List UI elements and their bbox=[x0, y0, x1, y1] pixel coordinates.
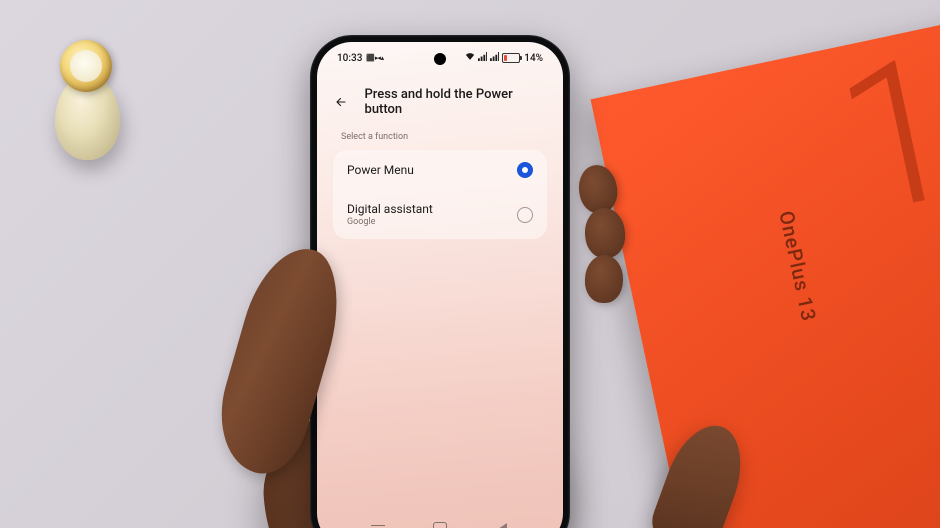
status-left-icons: ⬛ ▸◂ ▴ bbox=[366, 54, 383, 62]
wifi-icon bbox=[465, 52, 475, 64]
home-icon bbox=[433, 522, 447, 528]
back-button[interactable] bbox=[331, 92, 351, 112]
battery-icon bbox=[502, 53, 521, 63]
box-brand-text: OnePlus 13 bbox=[774, 209, 821, 324]
nav-back-button[interactable] bbox=[493, 520, 511, 528]
option-digital-assistant[interactable]: Digital assistant Google bbox=[333, 190, 547, 239]
radio-checked-icon bbox=[517, 162, 533, 178]
nav-recent-button[interactable] bbox=[369, 520, 387, 528]
section-label: Select a function bbox=[341, 132, 539, 142]
desk-clock-face bbox=[60, 40, 112, 92]
option-subtitle: Google bbox=[347, 217, 433, 227]
status-time: 10:33 bbox=[337, 53, 362, 64]
product-box: 13 OnePlus 13 bbox=[591, 12, 940, 528]
radio-unchecked-icon bbox=[517, 207, 533, 223]
signal-icon-2 bbox=[490, 52, 499, 64]
nav-home-button[interactable] bbox=[431, 520, 449, 528]
option-title: Digital assistant bbox=[347, 202, 433, 216]
phone-screen: 10:33 ⬛ ▸◂ ▴ 14% bbox=[317, 42, 563, 528]
settings-content: Select a function Power Menu Digital ass… bbox=[317, 132, 563, 239]
front-camera bbox=[434, 53, 446, 65]
box-number: 13 bbox=[823, 10, 940, 246]
navigation-bar bbox=[317, 514, 563, 528]
signal-icon-1 bbox=[478, 52, 487, 64]
back-triangle-icon bbox=[498, 523, 507, 528]
option-title: Power Menu bbox=[347, 163, 414, 177]
page-header: Press and hold the Power button bbox=[317, 82, 563, 122]
back-arrow-icon bbox=[335, 96, 347, 108]
scene-background: 13 OnePlus 13 10:33 ⬛ ▸◂ ▴ bbox=[0, 0, 940, 528]
options-card: Power Menu Digital assistant Google bbox=[333, 150, 547, 239]
option-power-menu[interactable]: Power Menu bbox=[333, 150, 547, 190]
phone-frame: 10:33 ⬛ ▸◂ ▴ 14% bbox=[310, 35, 570, 528]
page-title: Press and hold the Power button bbox=[365, 87, 549, 117]
battery-percent: 14% bbox=[524, 53, 543, 64]
